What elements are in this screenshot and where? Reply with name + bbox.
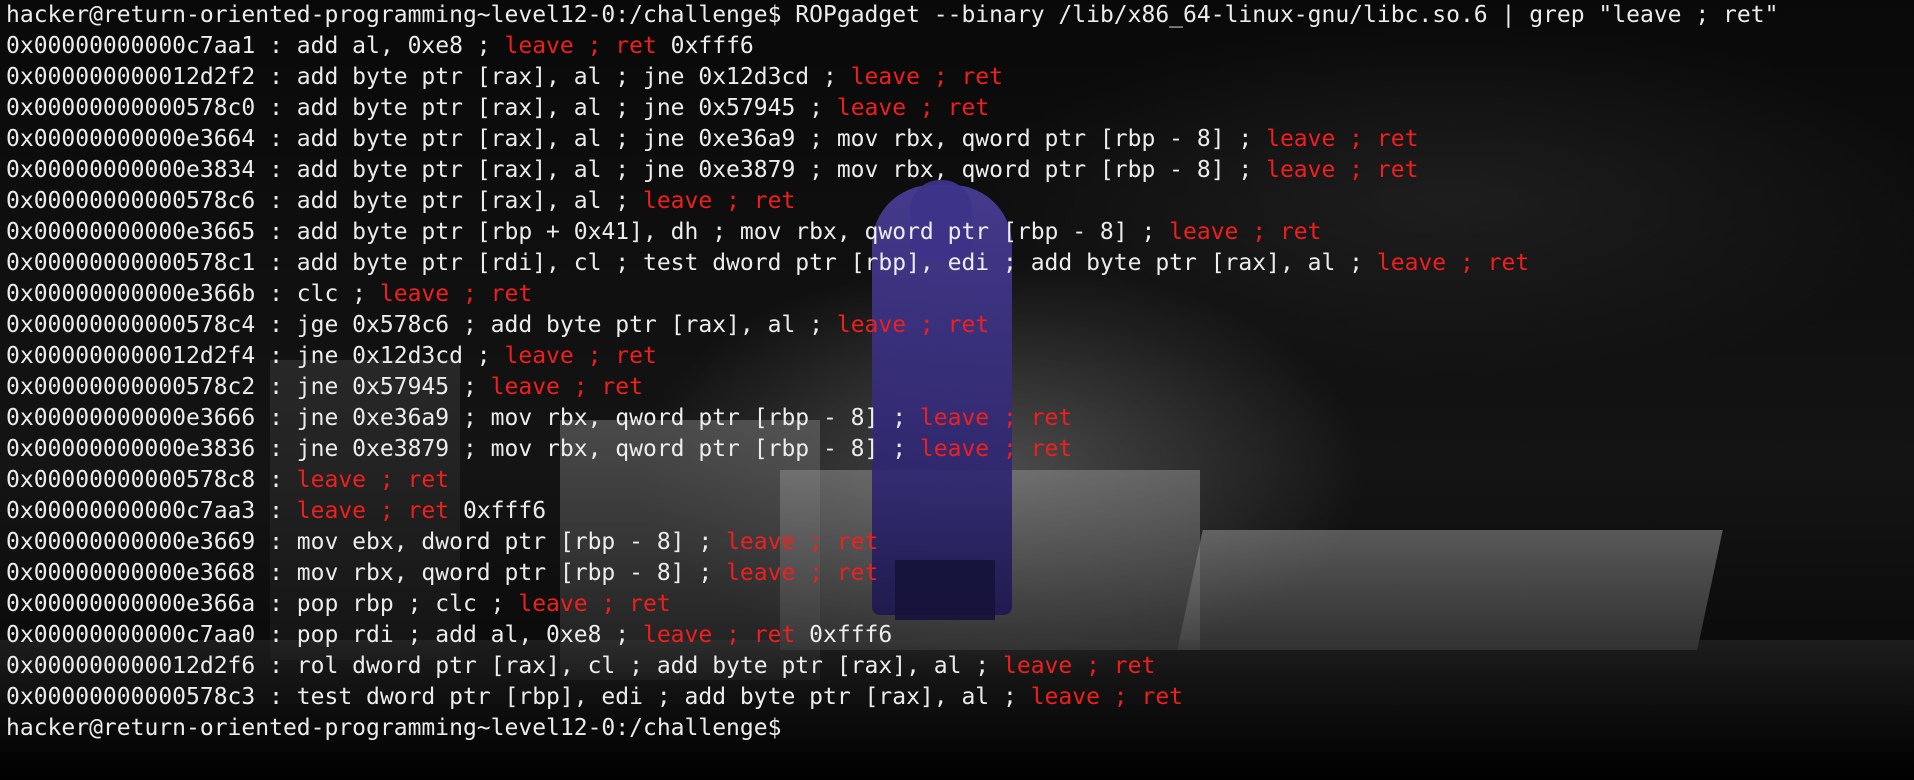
gadget-line: 0x00000000000578c4 : jge 0x578c6 ; add b… bbox=[6, 310, 1908, 341]
grep-match-highlight: leave ; ret bbox=[504, 33, 657, 59]
grep-match-highlight: leave ; ret bbox=[836, 312, 990, 338]
grep-match-highlight: leave ; ret bbox=[296, 467, 450, 493]
gadget-address-and-instructions: 0x00000000000e3665 : add byte ptr [rbp +… bbox=[6, 219, 1170, 245]
gadget-address-and-instructions: 0x00000000000c7aa1 : add al, 0xe8 ; bbox=[6, 33, 505, 59]
grep-match-highlight: leave ; ret bbox=[490, 374, 643, 400]
gadget-address-and-instructions: 0x00000000000578c0 : add byte ptr [rax],… bbox=[6, 95, 837, 121]
gadget-line: 0x00000000000e3834 : add byte ptr [rax],… bbox=[6, 155, 1908, 186]
grep-match-highlight: leave ; ret bbox=[919, 436, 1073, 462]
gadget-address-and-instructions: 0x00000000000e3668 : mov rbx, qword ptr … bbox=[6, 560, 727, 586]
terminal-window[interactable]: hacker@return-oriented-programming~level… bbox=[0, 0, 1914, 780]
gadget-trailing-text: 0xfff6 bbox=[656, 33, 754, 59]
gadget-line: 0x00000000000c7aa3 : leave ; ret 0xfff6 bbox=[6, 496, 1908, 527]
gadget-line: 0x00000000000c7aa0 : pop rdi ; add al, 0… bbox=[6, 620, 1908, 651]
gadget-line: 0x00000000000e3664 : add byte ptr [rax],… bbox=[6, 124, 1908, 155]
grep-match-highlight: leave ; ret bbox=[504, 343, 657, 369]
grep-match-highlight: leave ; ret bbox=[1003, 653, 1156, 679]
gadget-trailing-text: 0xfff6 bbox=[449, 498, 547, 524]
grep-match-highlight: leave ; ret bbox=[642, 188, 796, 214]
gadget-line: 0x00000000000e3669 : mov ebx, dword ptr … bbox=[6, 527, 1908, 558]
gadget-line: 0x000000000012d2f6 : rol dword ptr [rax]… bbox=[6, 651, 1908, 682]
gadget-line: 0x000000000012d2f4 : jne 0x12d3cd ; leav… bbox=[6, 341, 1908, 372]
gadget-list: 0x00000000000c7aa1 : add al, 0xe8 ; leav… bbox=[6, 31, 1908, 713]
gadget-line: 0x00000000000578c1 : add byte ptr [rdi],… bbox=[6, 248, 1908, 279]
gadget-address-and-instructions: 0x00000000000e3666 : jne 0xe36a9 ; mov r… bbox=[6, 405, 920, 431]
gadget-address-and-instructions: 0x00000000000c7aa3 : bbox=[6, 498, 297, 524]
gadget-address-and-instructions: 0x00000000000578c1 : add byte ptr [rdi],… bbox=[6, 250, 1377, 276]
shell-prompt: hacker@return-oriented-programming~level… bbox=[6, 715, 782, 741]
gadget-line: 0x00000000000578c0 : add byte ptr [rax],… bbox=[6, 93, 1908, 124]
gadget-line: 0x00000000000e3668 : mov rbx, qword ptr … bbox=[6, 558, 1908, 589]
gadget-line: 0x00000000000c7aa1 : add al, 0xe8 ; leav… bbox=[6, 31, 1908, 62]
command-line: hacker@return-oriented-programming~level… bbox=[6, 0, 1908, 31]
grep-match-highlight: leave ; ret bbox=[518, 591, 671, 617]
grep-match-highlight: leave ; ret bbox=[379, 281, 533, 307]
gadget-line: 0x000000000012d2f2 : add byte ptr [rax],… bbox=[6, 62, 1908, 93]
gadget-line: 0x00000000000e3665 : add byte ptr [rbp +… bbox=[6, 217, 1908, 248]
gadget-address-and-instructions: 0x00000000000e366b : clc ; bbox=[6, 281, 380, 307]
gadget-line: 0x00000000000578c8 : leave ; ret bbox=[6, 465, 1908, 496]
gadget-address-and-instructions: 0x00000000000578c6 : add byte ptr [rax],… bbox=[6, 188, 643, 214]
gadget-address-and-instructions: 0x00000000000578c8 : bbox=[6, 467, 297, 493]
gadget-address-and-instructions: 0x00000000000578c3 : test dword ptr [rbp… bbox=[6, 684, 1031, 710]
grep-match-highlight: leave ; ret bbox=[1030, 684, 1184, 710]
grep-match-highlight: leave ; ret bbox=[1169, 219, 1322, 245]
terminal-output[interactable]: hacker@return-oriented-programming~level… bbox=[0, 0, 1914, 744]
gadget-line: 0x00000000000e366b : clc ; leave ; ret bbox=[6, 279, 1908, 310]
text-cursor bbox=[781, 715, 793, 739]
grep-match-highlight: leave ; ret bbox=[726, 529, 879, 555]
grep-match-highlight: leave ; ret bbox=[726, 560, 879, 586]
gadget-trailing-text: 0xfff6 bbox=[795, 622, 893, 648]
grep-match-highlight: leave ; ret bbox=[642, 622, 796, 648]
grep-match-highlight: leave ; ret bbox=[850, 64, 1004, 90]
gadget-line: 0x00000000000578c3 : test dword ptr [rbp… bbox=[6, 682, 1908, 713]
final-prompt-line[interactable]: hacker@return-oriented-programming~level… bbox=[6, 713, 1908, 744]
gadget-address-and-instructions: 0x00000000000e3669 : mov ebx, dword ptr … bbox=[6, 529, 727, 555]
shell-prompt: hacker@return-oriented-programming~level… bbox=[6, 2, 782, 28]
gadget-address-and-instructions: 0x00000000000578c2 : jne 0x57945 ; bbox=[6, 374, 491, 400]
grep-match-highlight: leave ; ret bbox=[1266, 126, 1419, 152]
grep-match-highlight: leave ; ret bbox=[1266, 157, 1419, 183]
gadget-address-and-instructions: 0x00000000000e3834 : add byte ptr [rax],… bbox=[6, 157, 1267, 183]
gadget-line: 0x00000000000e3666 : jne 0xe36a9 ; mov r… bbox=[6, 403, 1908, 434]
gadget-address-and-instructions: 0x00000000000e366a : pop rbp ; clc ; bbox=[6, 591, 519, 617]
gadget-address-and-instructions: 0x00000000000e3836 : jne 0xe3879 ; mov r… bbox=[6, 436, 920, 462]
grep-match-highlight: leave ; ret bbox=[1376, 250, 1530, 276]
command-text: ROPgadget --binary /lib/x86_64-linux-gnu… bbox=[781, 2, 1779, 28]
gadget-line: 0x00000000000578c2 : jne 0x57945 ; leave… bbox=[6, 372, 1908, 403]
grep-match-highlight: leave ; ret bbox=[296, 498, 450, 524]
gadget-address-and-instructions: 0x000000000012d2f2 : add byte ptr [rax],… bbox=[6, 64, 851, 90]
grep-match-highlight: leave ; ret bbox=[836, 95, 990, 121]
grep-match-highlight: leave ; ret bbox=[919, 405, 1073, 431]
gadget-address-and-instructions: 0x000000000012d2f4 : jne 0x12d3cd ; bbox=[6, 343, 505, 369]
gadget-address-and-instructions: 0x00000000000578c4 : jge 0x578c6 ; add b… bbox=[6, 312, 837, 338]
gadget-line: 0x00000000000e3836 : jne 0xe3879 ; mov r… bbox=[6, 434, 1908, 465]
gadget-line: 0x00000000000578c6 : add byte ptr [rax],… bbox=[6, 186, 1908, 217]
gadget-address-and-instructions: 0x00000000000c7aa0 : pop rdi ; add al, 0… bbox=[6, 622, 643, 648]
gadget-address-and-instructions: 0x000000000012d2f6 : rol dword ptr [rax]… bbox=[6, 653, 1003, 679]
gadget-address-and-instructions: 0x00000000000e3664 : add byte ptr [rax],… bbox=[6, 126, 1267, 152]
gadget-line: 0x00000000000e366a : pop rbp ; clc ; lea… bbox=[6, 589, 1908, 620]
